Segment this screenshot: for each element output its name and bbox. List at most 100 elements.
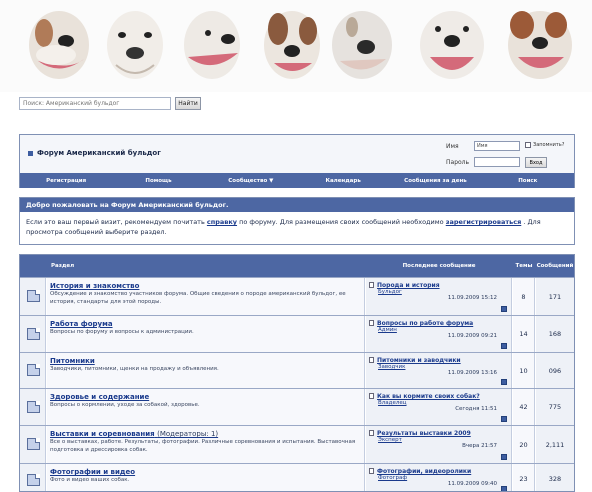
dog-head-image bbox=[178, 3, 246, 85]
forum-cell: Здоровье и содержание Вопросы о кормлени… bbox=[47, 389, 365, 425]
last-post-date: 11.09.2009 15:12 bbox=[447, 295, 497, 301]
posts-count: 328 bbox=[536, 464, 574, 491]
table-row: Работа форума Вопросы по форуму и вопрос… bbox=[20, 315, 574, 352]
table-row: История и знакомство Обсуждение и знаком… bbox=[20, 277, 574, 315]
forum-link[interactable]: История и знакомство bbox=[50, 282, 361, 290]
nav-todays-posts[interactable]: Сообщения за день bbox=[389, 178, 481, 184]
last-post-cell: Порода и история Бульдог 11.09.2009 15:1… bbox=[366, 278, 512, 315]
last-post-date: Вчера 21:57 bbox=[462, 443, 497, 449]
posts-count: 2,111 bbox=[536, 426, 574, 463]
topics-count: 20 bbox=[513, 426, 535, 463]
login-button[interactable]: Вход bbox=[525, 157, 547, 168]
last-post-cell: Питомники и заводчики Заводчик 11.09.200… bbox=[366, 353, 512, 388]
post-icon bbox=[369, 282, 374, 288]
forum-folder-icon bbox=[27, 328, 40, 340]
go-to-last-post-icon[interactable] bbox=[501, 486, 507, 491]
last-post-title[interactable]: Питомники и заводчики bbox=[377, 357, 461, 364]
forum-cell: Питомники Заводчики, питомники, щенки на… bbox=[47, 353, 365, 388]
forum-link[interactable]: Выставки и соревнования (Модераторы: 1) bbox=[50, 430, 361, 438]
forum-name[interactable]: Питомники bbox=[50, 357, 95, 365]
forum-table: Раздел Последнее сообщение Темы Сообщени… bbox=[19, 254, 575, 492]
forum-folder-icon bbox=[27, 438, 40, 450]
help-link[interactable]: справку bbox=[207, 218, 237, 226]
dog-head-image bbox=[20, 3, 98, 85]
last-post-link[interactable]: Порода и история bbox=[369, 282, 508, 289]
last-post-link[interactable]: Питомники и заводчики bbox=[369, 357, 508, 364]
forum-name[interactable]: Работа форума bbox=[50, 320, 113, 328]
nav-register[interactable]: Регистрация bbox=[20, 178, 112, 184]
go-to-last-post-icon[interactable] bbox=[501, 454, 507, 460]
password-input[interactable] bbox=[474, 157, 520, 167]
forum-name[interactable]: История и знакомство bbox=[50, 282, 139, 290]
last-post-link[interactable]: Как вы кормите своих собак? bbox=[369, 393, 508, 400]
go-to-last-post-icon[interactable] bbox=[501, 379, 507, 385]
table-row: Питомники Заводчики, питомники, щенки на… bbox=[20, 352, 574, 388]
posts-count: 096 bbox=[536, 353, 574, 388]
nav-community[interactable]: Сообщество ▼ bbox=[205, 178, 297, 184]
welcome-text-part: по форуму. Для размещения своих сообщени… bbox=[239, 218, 444, 226]
forum-status-cell bbox=[20, 464, 46, 491]
forum-moderators: (Модераторы: 1) bbox=[157, 430, 219, 438]
table-row: Фотографии и видео Фото и видео ваших со… bbox=[20, 463, 574, 491]
nav-search[interactable]: Поиск bbox=[482, 178, 574, 184]
forum-description: Вопросы о кормлении, уходе за собакой, з… bbox=[50, 402, 200, 408]
forum-name[interactable]: Фотографии и видео bbox=[50, 468, 135, 476]
dog-head-image bbox=[258, 3, 326, 85]
posts-count: 171 bbox=[536, 278, 574, 315]
forum-link[interactable]: Здоровье и содержание bbox=[50, 393, 361, 401]
table-header: Раздел Последнее сообщение Темы Сообщени… bbox=[20, 255, 574, 277]
go-to-last-post-icon[interactable] bbox=[501, 343, 507, 349]
welcome-text-part: Если это ваш первый визит, рекомендуем п… bbox=[26, 218, 205, 226]
last-post-cell: Вопросы по работе форума Админ 11.09.200… bbox=[366, 316, 512, 352]
header-topics: Темы bbox=[515, 262, 533, 269]
nav-calendar[interactable]: Календарь bbox=[297, 178, 389, 184]
last-post-title[interactable]: Как вы кормите своих собак? bbox=[377, 393, 480, 400]
last-post-title[interactable]: Порода и история bbox=[377, 282, 440, 289]
forum-cell: Работа форума Вопросы по форуму и вопрос… bbox=[47, 316, 365, 352]
login-name-input[interactable] bbox=[474, 141, 520, 151]
header-forum: Раздел bbox=[51, 262, 75, 269]
forum-status-cell bbox=[20, 389, 46, 425]
register-link[interactable]: зарегистрироваться bbox=[446, 218, 522, 226]
go-to-last-post-icon[interactable] bbox=[501, 416, 507, 422]
table-row: Здоровье и содержание Вопросы о кормлени… bbox=[20, 388, 574, 425]
remember-checkbox[interactable] bbox=[525, 142, 531, 148]
login-name-label: Имя bbox=[446, 143, 459, 150]
last-post-title[interactable]: Результаты выставки 2009 bbox=[377, 430, 471, 437]
last-post-title[interactable]: Фотографии, видеоролики bbox=[377, 468, 471, 475]
forum-name[interactable]: Здоровье и содержание bbox=[50, 393, 149, 401]
password-label: Пароль bbox=[446, 159, 470, 166]
posts-count: 168 bbox=[536, 316, 574, 352]
last-post-link[interactable]: Фотографии, видеоролики bbox=[369, 468, 508, 475]
forum-link[interactable]: Фотографии и видео bbox=[50, 468, 361, 476]
dog-head-image bbox=[326, 3, 400, 85]
last-post-link[interactable]: Результаты выставки 2009 bbox=[369, 430, 508, 437]
posts-count: 775 bbox=[536, 389, 574, 425]
forum-link[interactable]: Работа форума bbox=[50, 320, 361, 328]
topics-count: 10 bbox=[513, 353, 535, 388]
forum-name[interactable]: Выставки и соревнования bbox=[50, 430, 155, 438]
search-bar: Найти bbox=[19, 97, 219, 111]
go-to-last-post-icon[interactable] bbox=[501, 306, 507, 312]
forum-description: Фото и видео ваших собак. bbox=[50, 477, 130, 483]
search-button[interactable]: Найти bbox=[175, 97, 201, 110]
forum-header-panel: Форум Американский бульдог Имя Запомнить… bbox=[19, 134, 575, 188]
welcome-box: Добро пожаловать на Форум Американский б… bbox=[19, 197, 575, 245]
nav-help[interactable]: Помощь bbox=[112, 178, 204, 184]
forum-folder-icon bbox=[27, 401, 40, 413]
last-post-link[interactable]: Вопросы по работе форума bbox=[369, 320, 508, 327]
forum-folder-icon bbox=[27, 474, 40, 486]
forum-folder-icon bbox=[27, 290, 40, 302]
dog-head-image bbox=[100, 3, 170, 85]
table-row: Выставки и соревнования (Модераторы: 1) … bbox=[20, 425, 574, 463]
forum-link[interactable]: Питомники bbox=[50, 357, 361, 365]
last-post-date: 11.09.2009 09:21 bbox=[447, 333, 497, 339]
dog-head-image bbox=[500, 3, 580, 85]
last-post-date: 11.09.2009 09:40 bbox=[447, 481, 497, 487]
forum-status-cell bbox=[20, 316, 46, 352]
dog-head-image bbox=[412, 3, 492, 85]
search-input[interactable] bbox=[19, 97, 171, 110]
forum-title[interactable]: Форум Американский бульдог bbox=[28, 149, 161, 157]
last-post-title[interactable]: Вопросы по работе форума bbox=[377, 320, 473, 327]
remember-me[interactable]: Запомнить? bbox=[525, 142, 564, 148]
